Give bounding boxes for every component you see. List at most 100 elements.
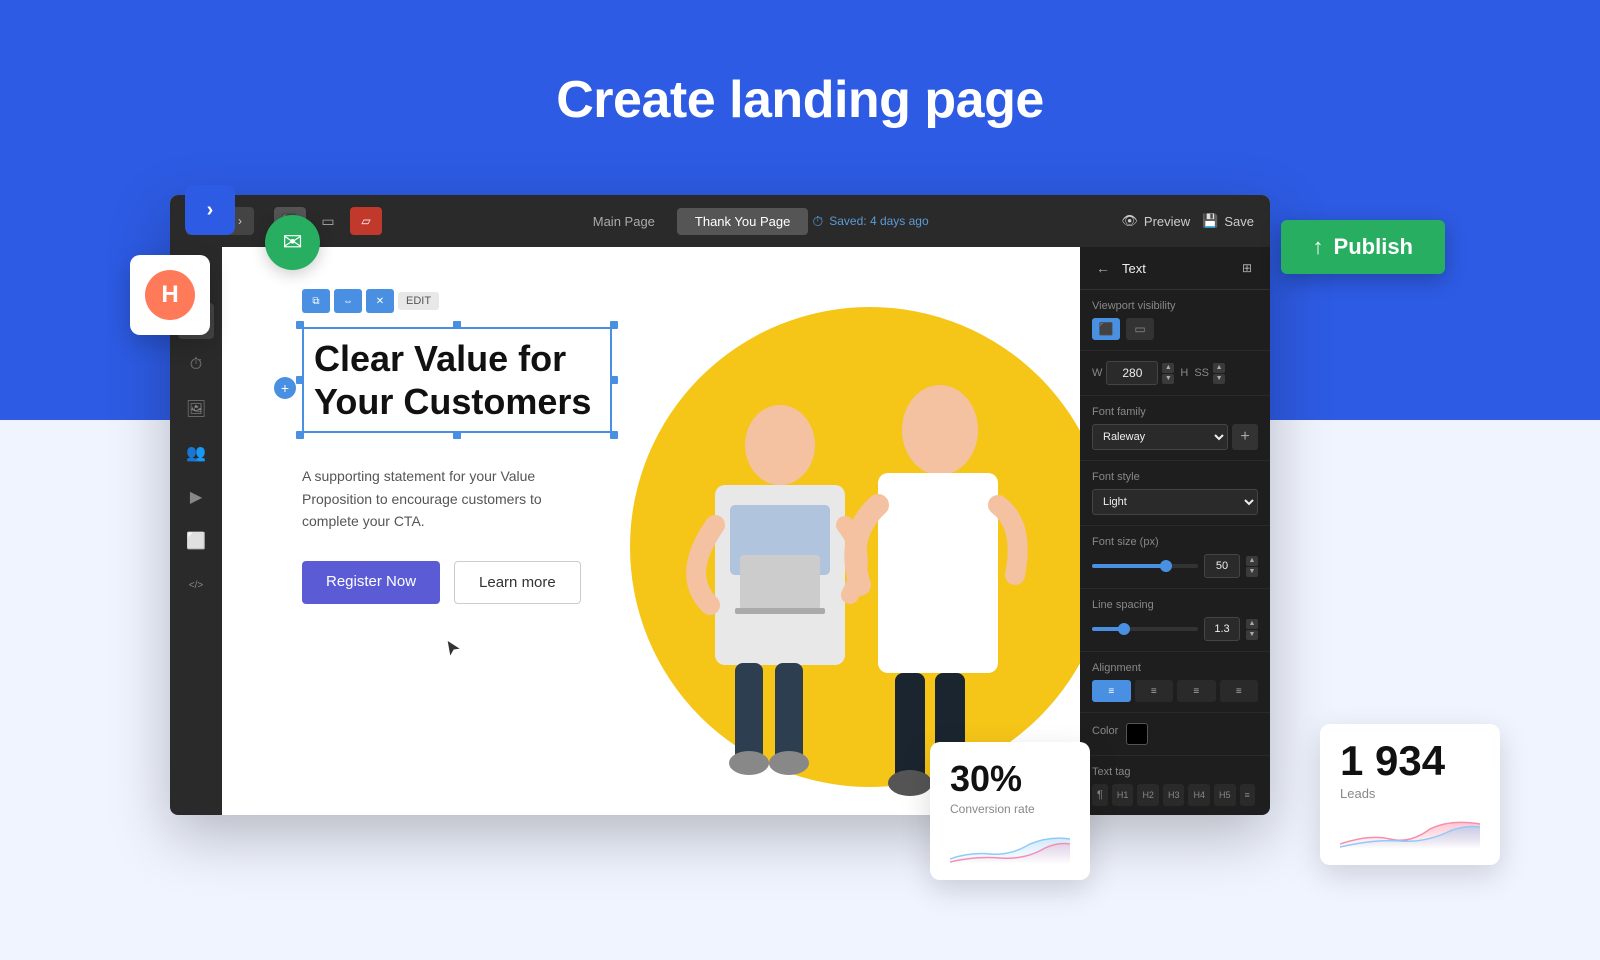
canvas-area: + ⧉ ⇔ ✕ EDIT xyxy=(222,247,1080,815)
font-size-increment-btn[interactable]: ▲ xyxy=(1246,556,1258,566)
sidebar-item-code[interactable]: </> xyxy=(178,567,214,603)
chevron-right-icon: › xyxy=(207,199,214,222)
eye-icon: 👁 xyxy=(1121,213,1138,229)
tab-thank-you-page[interactable]: Thank You Page xyxy=(677,208,808,235)
align-left-btn[interactable]: ≡ xyxy=(1092,680,1131,702)
sidebar-item-video[interactable]: ▶ xyxy=(178,479,214,515)
learn-more-button[interactable]: Learn more xyxy=(454,561,581,604)
line-spacing-section: Line spacing ▲ ▼ xyxy=(1080,589,1270,652)
cta-buttons: Register Now Learn more xyxy=(302,561,722,604)
color-row: Color xyxy=(1092,723,1258,745)
handle-right-mid xyxy=(610,376,618,384)
alignment-buttons: ≡ ≡ ≡ ≡ xyxy=(1092,680,1258,702)
editor-window: ‹ › ⬛ ▭ ▱ Main Page Thank You Page ⏱ Sav… xyxy=(170,195,1270,815)
saved-indicator: ⏱ Saved: 4 days ago xyxy=(812,208,928,235)
lp-text-area: + ⧉ ⇔ ✕ EDIT xyxy=(302,327,722,604)
delete-btn[interactable]: ✕ xyxy=(366,289,394,313)
selection-handles xyxy=(296,321,618,439)
align-justify-btn[interactable]: ≡ xyxy=(1220,680,1259,702)
desktop-viewport-btn[interactable]: ⬛ xyxy=(1092,318,1120,340)
duplicate-btn[interactable]: ⧉ xyxy=(302,289,330,313)
handle-top-left xyxy=(296,321,304,329)
leads-stats-card: 1 934 Leads xyxy=(1320,724,1500,865)
clock-icon: ⏱ xyxy=(812,213,823,230)
font-size-track xyxy=(1092,564,1198,568)
tablet-viewport-btn[interactable]: ▭ xyxy=(1126,318,1154,340)
edit-toolbar: ⧉ ⇔ ✕ EDIT xyxy=(302,289,439,313)
mobile-device-btn[interactable]: ▱ xyxy=(350,207,382,235)
blue-brand-badge: › xyxy=(185,185,235,235)
panel-grid-button[interactable]: ⊞ xyxy=(1236,257,1258,279)
align-center-btn[interactable]: ≡ xyxy=(1135,680,1174,702)
h1-tag-btn[interactable]: H1 xyxy=(1112,784,1134,806)
font-size-fill xyxy=(1092,564,1166,568)
width-input[interactable] xyxy=(1106,361,1158,385)
sidebar-item-section[interactable]: ⬜ xyxy=(178,523,214,559)
leads-chart xyxy=(1340,809,1480,849)
line-spacing-input[interactable] xyxy=(1204,617,1240,641)
height-field: H xyxy=(1180,367,1188,379)
alignment-section: Alignment ≡ ≡ ≡ ≡ xyxy=(1080,652,1270,713)
conversion-stats-card: 30% Conversion rate xyxy=(930,742,1090,880)
dimensions-row: W ▲ ▼ H SS ▲ ▼ xyxy=(1092,361,1258,385)
handle-bottom-left xyxy=(296,431,304,439)
move-btn[interactable]: ⇔ xyxy=(334,289,362,313)
font-size-thumb[interactable] xyxy=(1160,560,1172,572)
color-swatch[interactable] xyxy=(1126,723,1148,745)
sidebar-item-timer[interactable]: ⏱ xyxy=(178,347,214,383)
text-selection-box[interactable]: Clear Value for Your Customers xyxy=(302,327,612,433)
handle-bottom-right xyxy=(610,431,618,439)
viewport-section: Viewport visibility ⬛ ▭ xyxy=(1080,290,1270,351)
h2-tag-btn[interactable]: H2 xyxy=(1137,784,1159,806)
font-size-decrement-btn[interactable]: ▼ xyxy=(1246,567,1258,577)
dimensions-section: W ▲ ▼ H SS ▲ ▼ xyxy=(1080,351,1270,396)
font-add-button[interactable]: + xyxy=(1232,424,1258,450)
font-style-select[interactable]: Light xyxy=(1092,489,1258,515)
landing-page-content: + ⧉ ⇔ ✕ EDIT xyxy=(222,247,1080,815)
font-family-section: Font family Raleway + xyxy=(1080,396,1270,461)
line-spacing-decrement-btn[interactable]: ▼ xyxy=(1246,630,1258,640)
sidebar-item-image[interactable]: 🖼 xyxy=(178,391,214,427)
cursor-pointer xyxy=(442,637,466,661)
handle-bottom-mid xyxy=(453,431,461,439)
line-spacing-thumb[interactable] xyxy=(1118,623,1130,635)
ss-decrement-btn[interactable]: ▼ xyxy=(1213,374,1225,384)
register-now-button[interactable]: Register Now xyxy=(302,561,440,604)
h4-tag-btn[interactable]: H4 xyxy=(1188,784,1210,806)
sidebar-item-users[interactable]: 👥 xyxy=(178,435,214,471)
publish-button[interactable]: ↑ Publish xyxy=(1281,220,1445,274)
add-element-btn[interactable]: + xyxy=(274,377,296,399)
leads-label: Leads xyxy=(1340,786,1480,801)
font-family-row: Raleway + xyxy=(1092,424,1258,450)
preview-button[interactable]: 👁 Preview xyxy=(1121,213,1190,229)
text-tag-section: Text tag ¶ H1 H2 H3 H4 H5 ≡ xyxy=(1080,756,1270,815)
h3-tag-btn[interactable]: H3 xyxy=(1163,784,1185,806)
list-tag-btn[interactable]: ≡ xyxy=(1240,784,1255,806)
h5-tag-btn[interactable]: H5 xyxy=(1214,784,1236,806)
save-icon: 💾 xyxy=(1202,213,1218,229)
tab-bar: Main Page Thank You Page ⏱ Saved: 4 days… xyxy=(394,208,1109,235)
conversion-chart xyxy=(950,824,1070,864)
width-decrement-btn[interactable]: ▼ xyxy=(1162,374,1174,384)
panel-back-button[interactable]: ← xyxy=(1092,257,1114,279)
viewport-icons: ⬛ ▭ xyxy=(1092,318,1258,340)
font-family-select[interactable]: Raleway xyxy=(1092,424,1228,450)
line-spacing-increment-btn[interactable]: ▲ xyxy=(1246,619,1258,629)
hubspot-logo: H xyxy=(145,270,195,320)
align-right-btn[interactable]: ≡ xyxy=(1177,680,1216,702)
publish-icon: ↑ xyxy=(1313,234,1324,260)
paragraph-tag-btn[interactable]: ¶ xyxy=(1092,784,1108,806)
tab-main-page[interactable]: Main Page xyxy=(575,208,673,235)
font-size-input[interactable] xyxy=(1204,554,1240,578)
edit-text-btn[interactable]: EDIT xyxy=(398,292,439,310)
ss-field: SS ▲ ▼ xyxy=(1194,363,1225,384)
width-increment-btn[interactable]: ▲ xyxy=(1162,363,1174,373)
ss-stepper: ▲ ▼ xyxy=(1213,363,1225,384)
conversion-number: 30% xyxy=(950,758,1070,800)
font-style-row: Light xyxy=(1092,489,1258,515)
conversion-label: Conversion rate xyxy=(950,802,1070,816)
ss-increment-btn[interactable]: ▲ xyxy=(1213,363,1225,373)
font-style-section: Font style Light xyxy=(1080,461,1270,526)
save-button[interactable]: 💾 Save xyxy=(1202,213,1254,229)
right-panel: ← Text ⊞ Viewport visibility ⬛ ▭ W xyxy=(1080,247,1270,815)
